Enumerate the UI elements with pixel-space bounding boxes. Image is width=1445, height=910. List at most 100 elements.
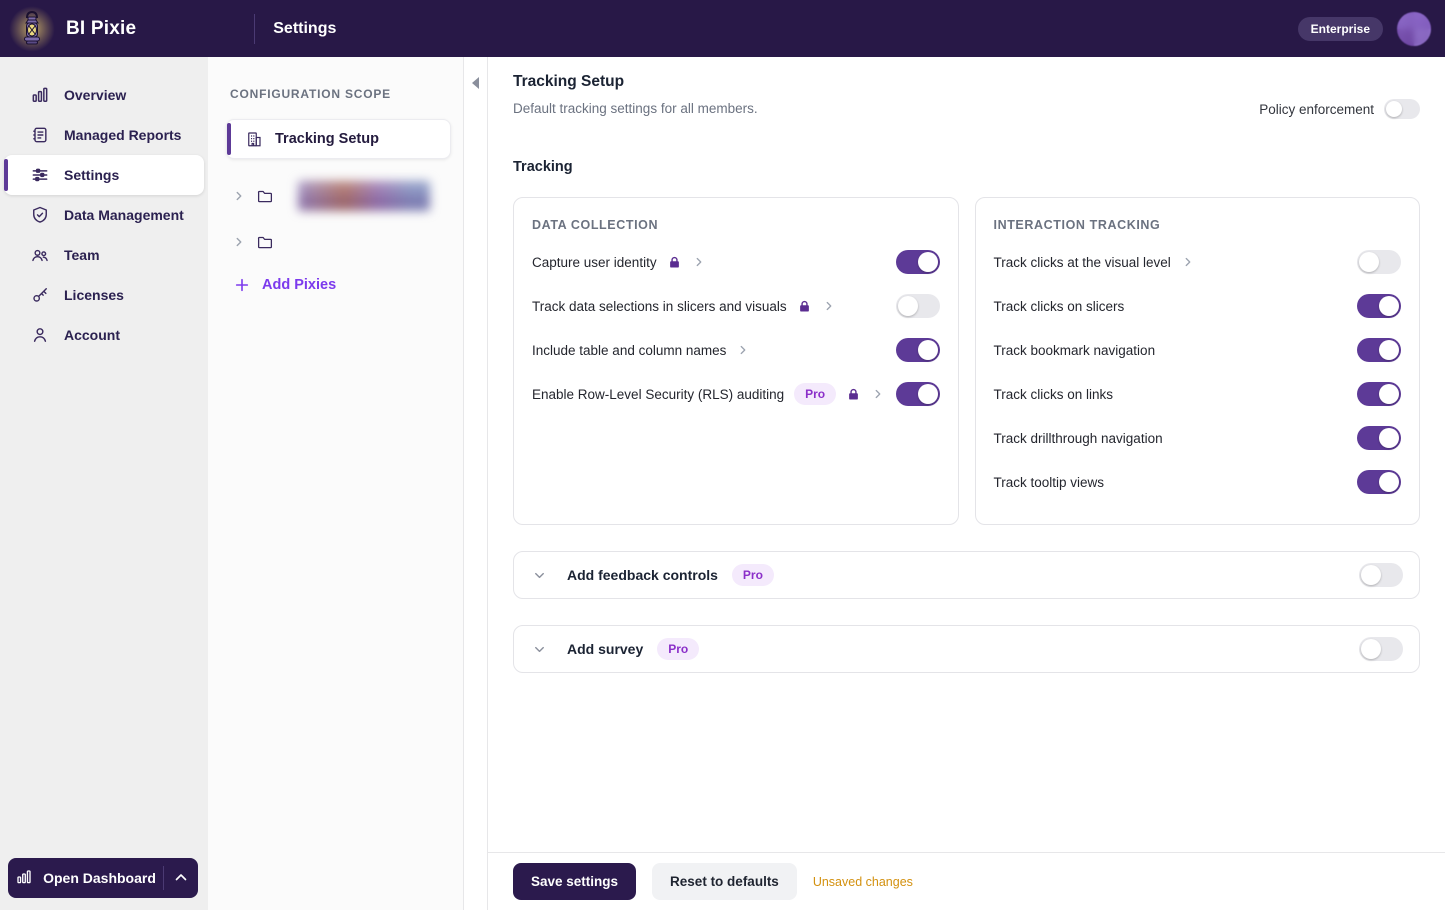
chevron-up-icon[interactable] xyxy=(164,869,198,887)
sidebar-item-data-management[interactable]: Data Management xyxy=(4,195,204,235)
key-icon xyxy=(30,285,50,305)
sidebar-item-label: Data Management xyxy=(64,207,184,223)
sliders-icon xyxy=(30,165,50,185)
expander-add-survey[interactable]: Add surveyPro xyxy=(513,625,1420,673)
pixie-folder-item[interactable] xyxy=(230,233,451,251)
plan-badge: Enterprise xyxy=(1298,17,1383,41)
card-title: INTERACTION TRACKING xyxy=(994,218,1402,232)
lock-icon xyxy=(846,387,861,402)
add-pixies-button[interactable]: Add Pixies xyxy=(230,277,336,293)
pro-badge: Pro xyxy=(794,383,836,405)
pixie-folder-item[interactable] xyxy=(230,181,451,211)
setting-row: Track clicks on links xyxy=(994,372,1402,416)
plus-icon xyxy=(234,277,250,293)
save-settings-button[interactable]: Save settings xyxy=(513,863,636,900)
folder-icon xyxy=(256,187,274,205)
toggle-track-clicks-at-the-visual-level[interactable] xyxy=(1357,250,1401,274)
app-header: BI Pixie Settings Enterprise xyxy=(0,0,1445,57)
setting-row: Track tooltip views xyxy=(994,460,1402,504)
header-divider xyxy=(254,14,255,44)
collapse-panel-icon[interactable] xyxy=(472,77,479,89)
open-dashboard-button[interactable]: Open Dashboard xyxy=(8,858,198,898)
toggle-add-feedback-controls[interactable] xyxy=(1359,563,1403,587)
toggle-track-clicks-on-slicers[interactable] xyxy=(1357,294,1401,318)
building-icon xyxy=(245,130,263,148)
user-avatar[interactable] xyxy=(1397,12,1431,46)
lock-icon xyxy=(667,255,682,270)
toggle-track-drillthrough-navigation[interactable] xyxy=(1357,426,1401,450)
setting-label: Capture user identity xyxy=(532,255,657,270)
sidebar-item-label: Managed Reports xyxy=(64,127,181,143)
toggle-track-bookmark-navigation[interactable] xyxy=(1357,338,1401,362)
chevron-right-icon[interactable] xyxy=(822,299,836,313)
reset-to-defaults-button[interactable]: Reset to defaults xyxy=(652,863,797,900)
setting-label: Track bookmark navigation xyxy=(994,343,1156,358)
setting-label: Track data selections in slicers and vis… xyxy=(532,299,787,314)
sidebar-item-label: Team xyxy=(64,247,100,263)
sidebar-item-overview[interactable]: Overview xyxy=(4,75,204,115)
lock-icon xyxy=(797,299,812,314)
toggle-capture-user-identity[interactable] xyxy=(896,250,940,274)
pro-badge: Pro xyxy=(732,564,774,586)
setting-row: Track bookmark navigation xyxy=(994,328,1402,372)
setting-row: Track clicks on slicers xyxy=(994,284,1402,328)
setting-row: Track data selections in slicers and vis… xyxy=(532,284,940,328)
setting-label: Track clicks on slicers xyxy=(994,299,1125,314)
brand-name: BI Pixie xyxy=(66,18,136,40)
lantern-logo-icon xyxy=(17,10,47,48)
scope-item-tracking-setup[interactable]: Tracking Setup xyxy=(226,119,451,159)
setting-label: Track clicks on links xyxy=(994,387,1114,402)
expander-label: Add feedback controls xyxy=(567,567,718,583)
card-title: DATA COLLECTION xyxy=(532,218,940,232)
scope-item-label: Tracking Setup xyxy=(275,131,379,147)
chevron-right-icon[interactable] xyxy=(692,255,706,269)
sidebar-item-settings[interactable]: Settings xyxy=(4,155,204,195)
chevron-right-icon[interactable] xyxy=(871,387,885,401)
settings-card-interaction-tracking: INTERACTION TRACKING Track clicks at the … xyxy=(975,197,1421,525)
sidebar-item-managed-reports[interactable]: Managed Reports xyxy=(4,115,204,155)
add-pixies-label: Add Pixies xyxy=(262,277,336,293)
configuration-scope-heading: CONFIGURATION SCOPE xyxy=(230,87,451,101)
section-title: Tracking Setup xyxy=(513,73,758,91)
chevron-right-icon xyxy=(232,235,246,249)
chevron-down-icon[interactable] xyxy=(532,642,547,657)
bar-chart-icon xyxy=(30,85,50,105)
expander-add-feedback-controls[interactable]: Add feedback controls Pro xyxy=(513,551,1420,599)
setting-label: Track drillthrough navigation xyxy=(994,431,1163,446)
toggle-enable-row-level-security-rls-auditing[interactable] xyxy=(896,382,940,406)
setting-label: Track tooltip views xyxy=(994,475,1105,490)
setting-label: Track clicks at the visual level xyxy=(994,255,1171,270)
sidebar-item-label: Overview xyxy=(64,87,126,103)
setting-row: Track clicks at the visual level xyxy=(994,240,1402,284)
toggle-track-data-selections-in-slicers-and-visuals[interactable] xyxy=(896,294,940,318)
chevron-down-icon[interactable] xyxy=(532,568,547,583)
policy-enforcement-label: Policy enforcement xyxy=(1259,102,1374,117)
toggle-add-survey[interactable] xyxy=(1359,637,1403,661)
configuration-scope-panel: CONFIGURATION SCOPE Tracking Setup Add P… xyxy=(208,57,464,910)
people-icon xyxy=(30,245,50,265)
sidebar-item-label: Account xyxy=(64,327,120,343)
sidebar-item-licenses[interactable]: Licenses xyxy=(4,275,204,315)
sidebar-item-account[interactable]: Account xyxy=(4,315,204,355)
main-content: Tracking Setup Default tracking settings… xyxy=(488,57,1445,910)
tracking-section-label: Tracking xyxy=(513,159,1420,175)
sidebar: Overview Managed Reports Settings Data Mana… xyxy=(0,57,208,910)
chevron-right-icon xyxy=(232,189,246,203)
setting-row: Include table and column names xyxy=(532,328,940,372)
folder-icon xyxy=(256,233,274,251)
shield-check-icon xyxy=(30,205,50,225)
sidebar-item-label: Settings xyxy=(64,167,119,183)
unsaved-changes-status: Unsaved changes xyxy=(813,875,913,889)
toggle-track-clicks-on-links[interactable] xyxy=(1357,382,1401,406)
setting-label: Include table and column names xyxy=(532,343,726,358)
open-dashboard-label: Open Dashboard xyxy=(43,870,156,886)
policy-enforcement-toggle[interactable] xyxy=(1384,99,1420,119)
settings-card-data-collection: DATA COLLECTION Capture user identity Trac… xyxy=(513,197,959,525)
chevron-right-icon[interactable] xyxy=(736,343,750,357)
chevron-right-icon[interactable] xyxy=(1181,255,1195,269)
sidebar-item-team[interactable]: Team xyxy=(4,235,204,275)
footer-action-bar: Save settings Reset to defaults Unsaved … xyxy=(488,852,1445,910)
toggle-include-table-and-column-names[interactable] xyxy=(896,338,940,362)
expander-label: Add survey xyxy=(567,641,643,657)
toggle-track-tooltip-views[interactable] xyxy=(1357,470,1401,494)
